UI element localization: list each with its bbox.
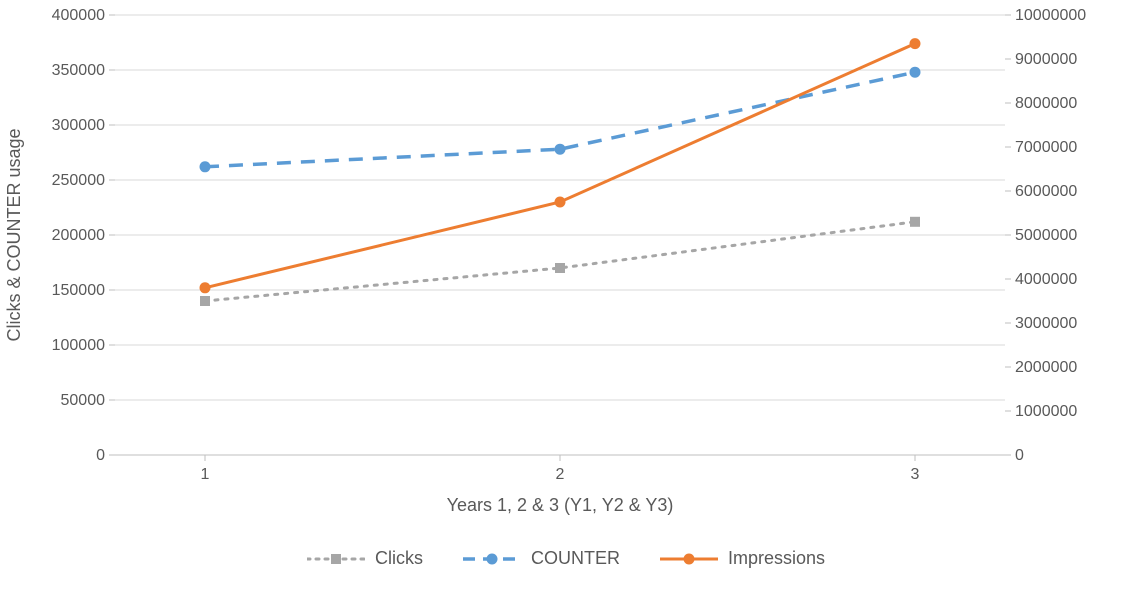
series-marker (200, 161, 211, 172)
x-tick-label: 3 (911, 466, 920, 483)
series-marker (910, 67, 921, 78)
x-tick-label: 1 (201, 466, 210, 483)
series-marker (200, 296, 210, 306)
y-left-tick-label: 400000 (52, 7, 105, 24)
legend-swatch-clicks (307, 552, 365, 566)
y-right-tick-label: 9000000 (1015, 51, 1077, 68)
y-right-tick-label: 1000000 (1015, 403, 1077, 420)
y-left-tick-label: 50000 (61, 392, 106, 409)
legend-label-impressions: Impressions (728, 548, 825, 569)
legend-swatch-counter (463, 552, 521, 566)
y-left-tick-label: 200000 (52, 227, 105, 244)
legend-label-clicks: Clicks (375, 548, 423, 569)
series-marker (200, 282, 211, 293)
y-left-tick-label: 100000 (52, 337, 105, 354)
y-right-tick-label: 10000000 (1015, 7, 1086, 24)
legend-item-impressions: Impressions (660, 548, 825, 569)
y-left-tick-label: 350000 (52, 62, 105, 79)
chart-container: Clicks & COUNTER usage Impressions Years… (0, 0, 1132, 598)
y-axis-right-title: Impressions (1107, 0, 1128, 15)
series-marker (555, 263, 565, 273)
legend-swatch-impressions (660, 552, 718, 566)
series-line (205, 44, 915, 288)
series-marker (555, 197, 566, 208)
x-tick-label: 2 (556, 466, 565, 483)
y-right-tick-label: 5000000 (1015, 227, 1077, 244)
y-right-tick-label: 3000000 (1015, 315, 1077, 332)
y-left-tick-label: 300000 (52, 117, 105, 134)
y-right-tick-label: 6000000 (1015, 183, 1077, 200)
y-left-tick-label: 250000 (52, 172, 105, 189)
y-left-tick-label: 150000 (52, 282, 105, 299)
series-marker (910, 217, 920, 227)
plot-area: 0500001000001500002000002500003000003500… (115, 15, 1005, 455)
y-right-tick-label: 8000000 (1015, 95, 1077, 112)
y-right-tick-label: 4000000 (1015, 271, 1077, 288)
legend-label-counter: COUNTER (531, 548, 620, 569)
y-left-tick-label: 0 (96, 447, 105, 464)
series-marker (910, 38, 921, 49)
y-right-tick-label: 2000000 (1015, 359, 1077, 376)
series-marker (555, 144, 566, 155)
legend-item-counter: COUNTER (463, 548, 620, 569)
y-axis-left-title: Clicks & COUNTER usage (4, 15, 25, 455)
legend: Clicks COUNTER Impressions (0, 548, 1132, 569)
y-right-tick-label: 7000000 (1015, 139, 1077, 156)
legend-item-clicks: Clicks (307, 548, 423, 569)
y-right-tick-label: 0 (1015, 447, 1024, 464)
x-axis-title: Years 1, 2 & 3 (Y1, Y2 & Y3) (115, 495, 1005, 516)
